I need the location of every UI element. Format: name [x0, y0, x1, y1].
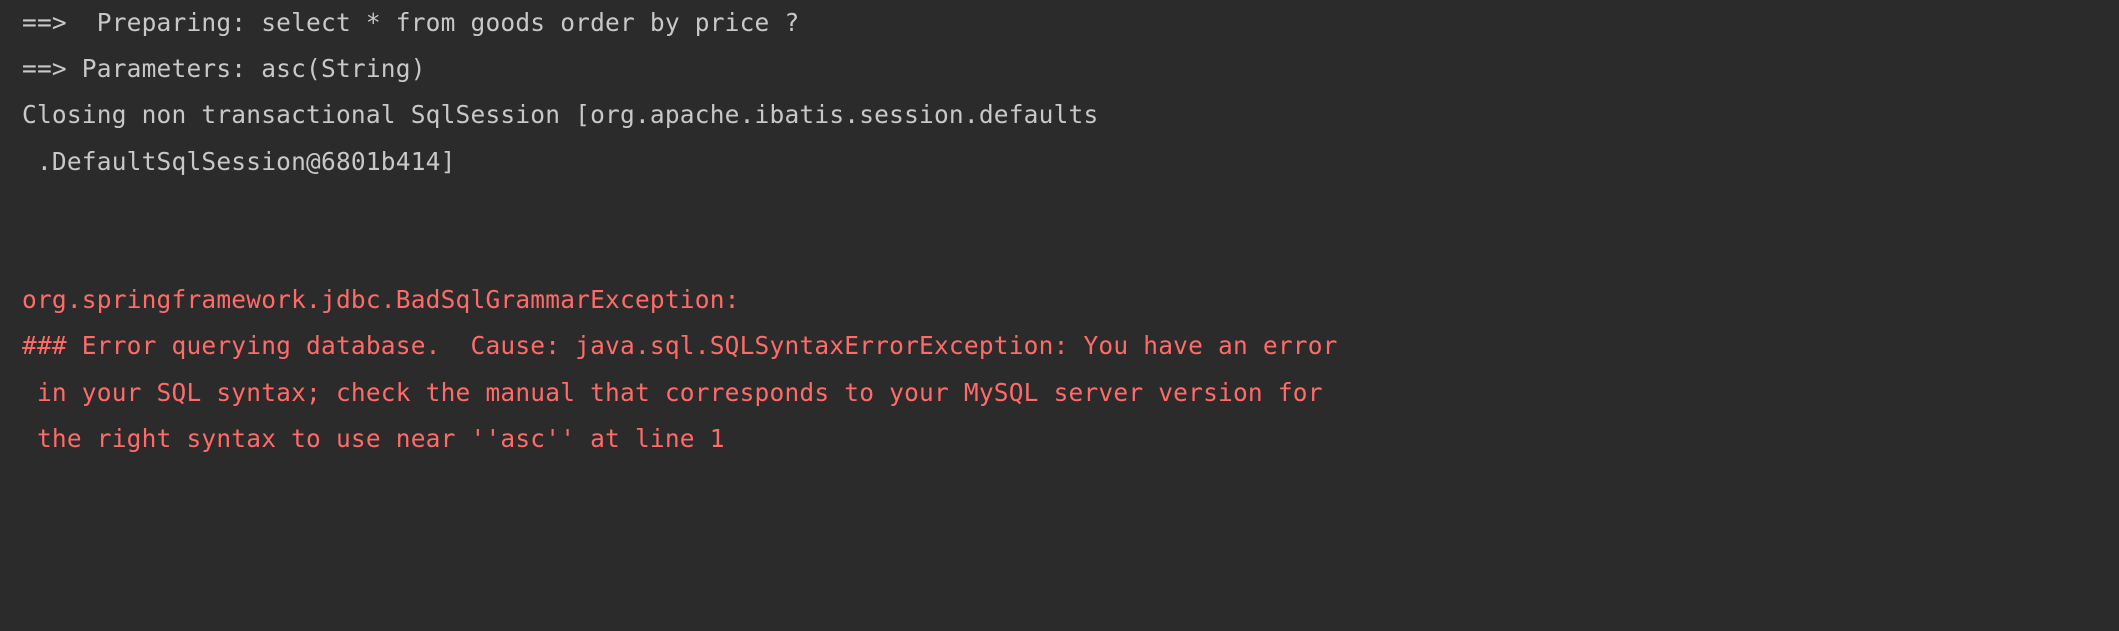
console-log-line: .DefaultSqlSession@6801b414] — [22, 146, 456, 176]
console-log-line: org.springframework.jdbc.BadSqlGrammarEx… — [22, 285, 740, 315]
console-output-panel[interactable]: ==> Preparing: select * from goods order… — [0, 0, 2119, 631]
console-log-line: in your SQL syntax; check the manual tha… — [22, 377, 1323, 407]
console-log-line: ### Error querying database. Cause: java… — [22, 331, 1338, 361]
console-log-line: the right syntax to use near ''asc'' at … — [22, 423, 725, 453]
console-log-line: ==> Preparing: select * from goods order… — [22, 8, 800, 37]
console-log-line: Closing non transactional SqlSession [or… — [22, 100, 1099, 130]
console-log-line: ==> Parameters: asc(String) — [22, 54, 426, 84]
